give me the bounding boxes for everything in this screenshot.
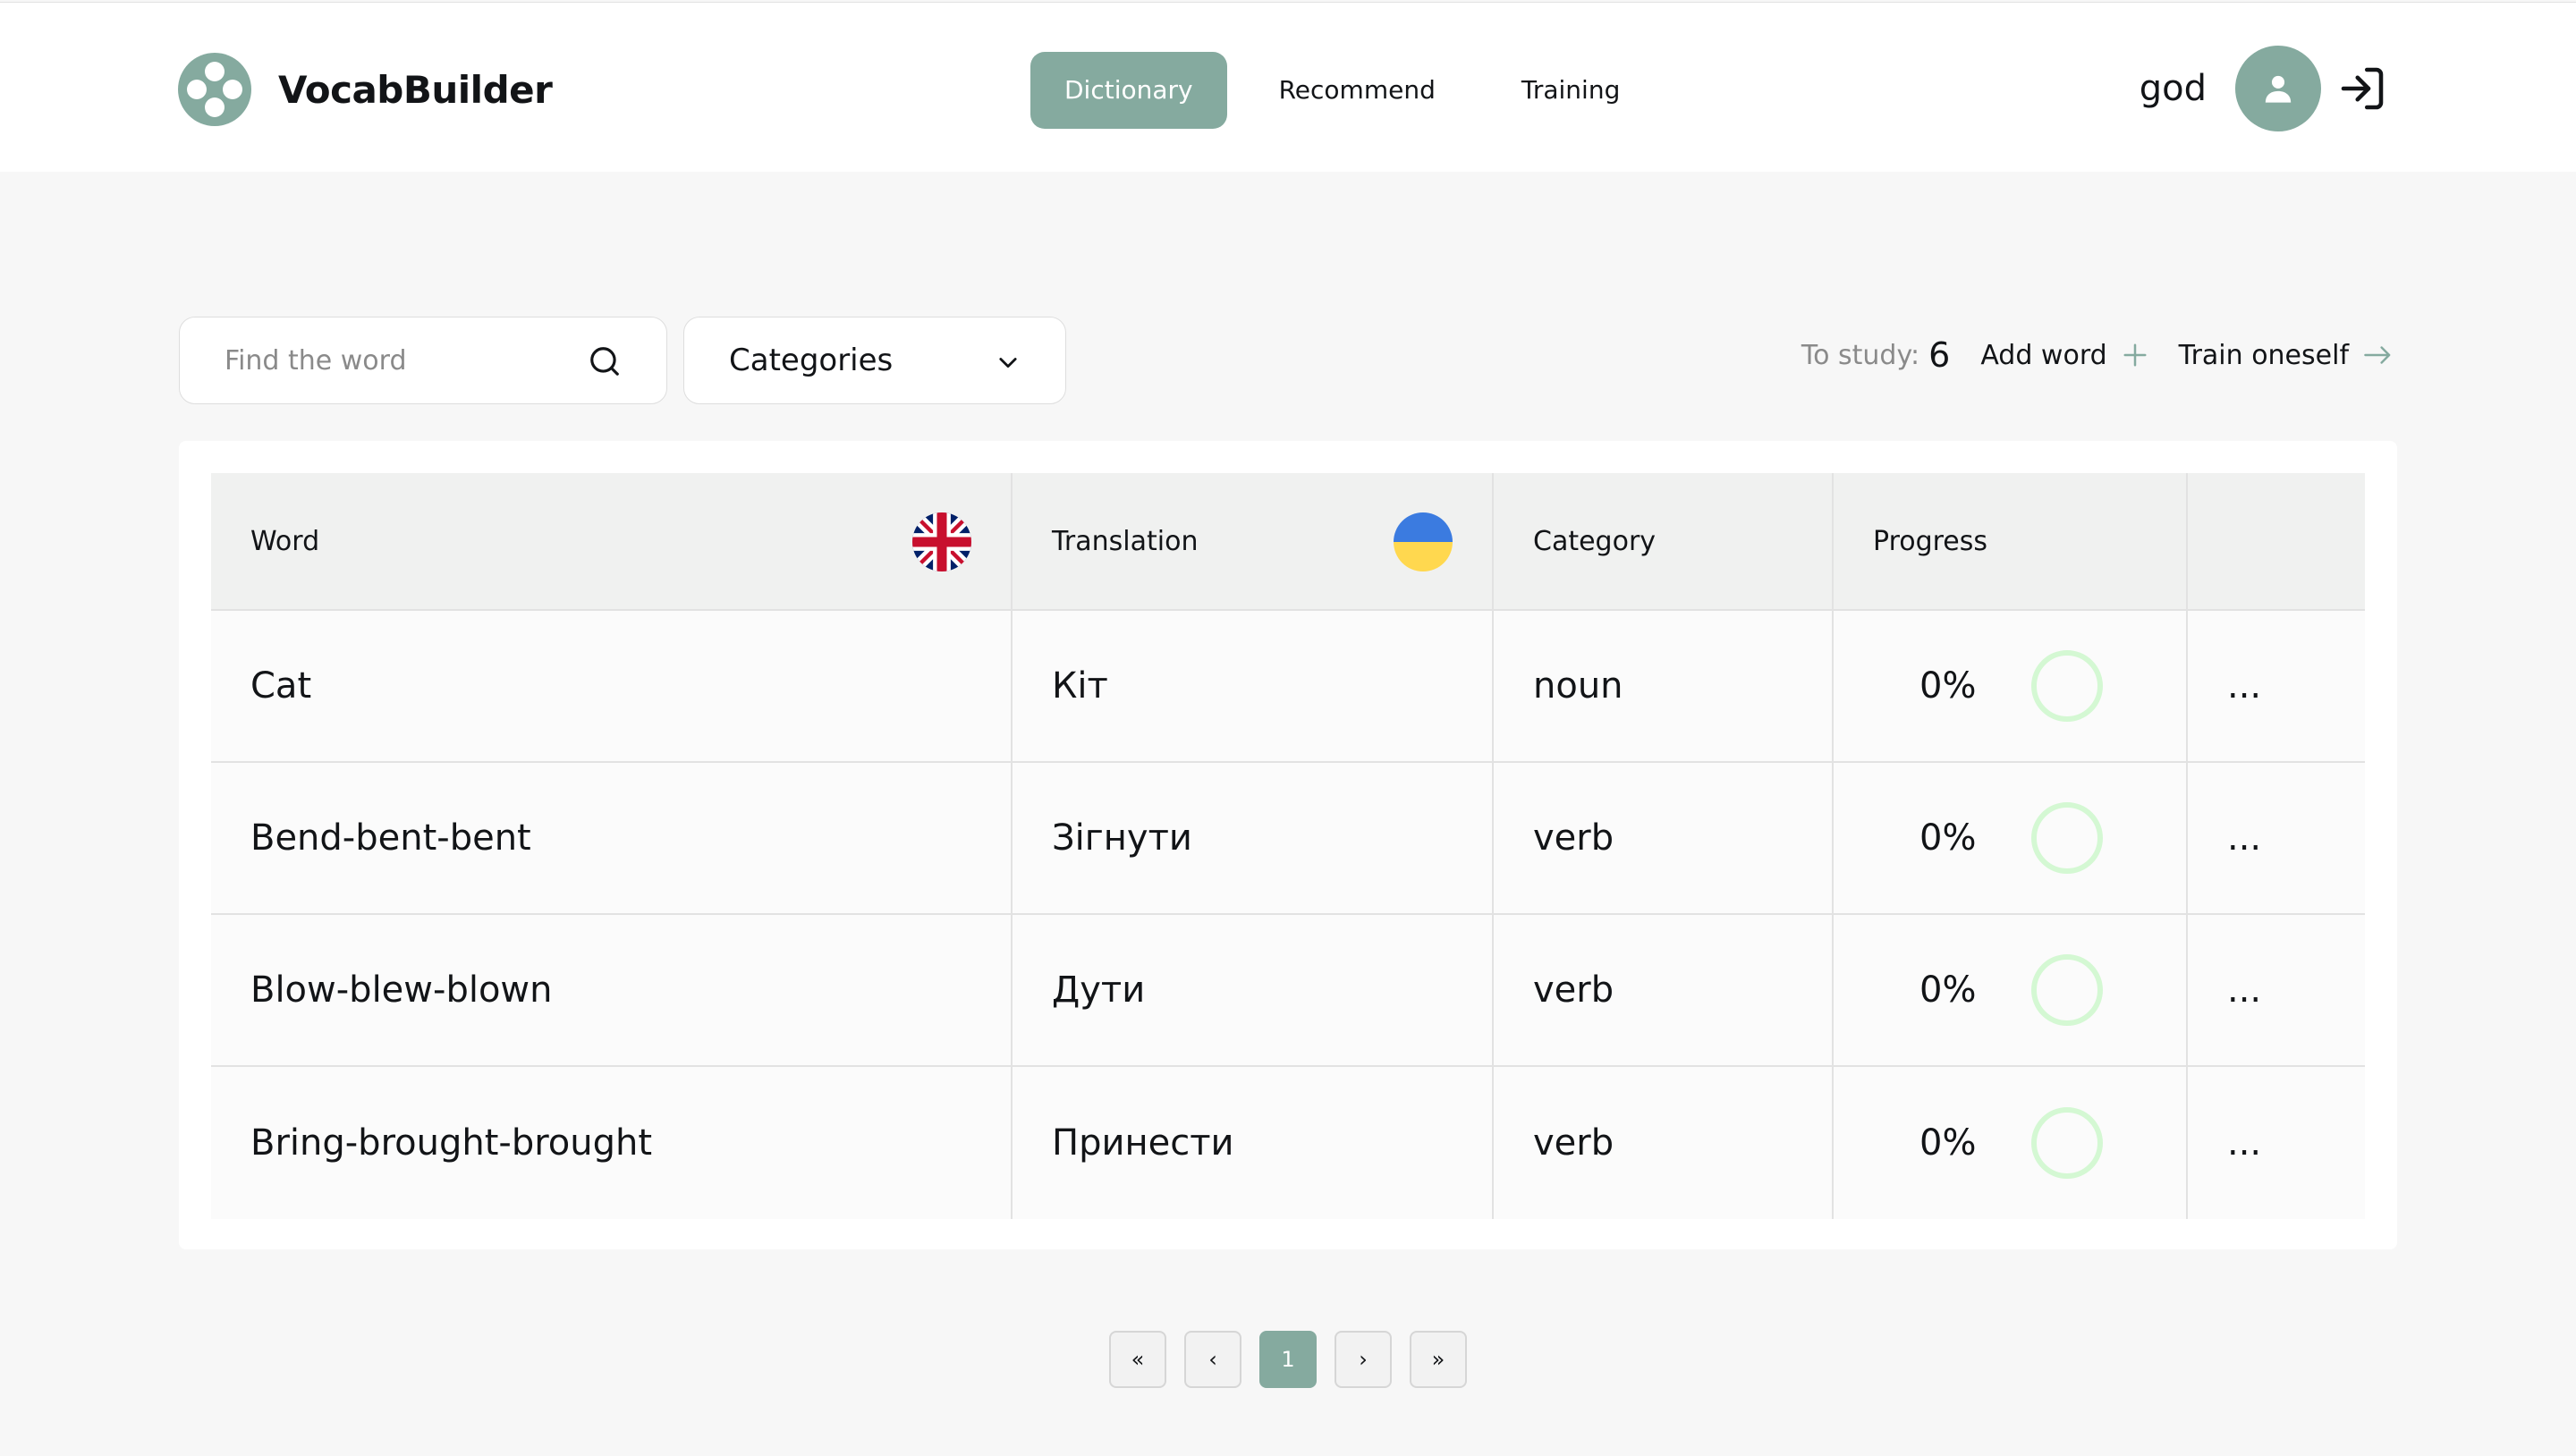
ukraine-flag-icon xyxy=(1394,512,1453,571)
progress-ring xyxy=(2031,802,2104,874)
nav-recommend[interactable]: Recommend xyxy=(1245,52,1470,129)
progress-cell: 0% xyxy=(1834,915,2188,1065)
header-actions xyxy=(2188,473,2365,609)
header-progress: Progress xyxy=(1834,473,2188,609)
next-page-button[interactable]: › xyxy=(1335,1331,1392,1388)
header-translation: Translation xyxy=(1013,473,1494,609)
last-page-button[interactable]: » xyxy=(1410,1331,1467,1388)
user-icon xyxy=(2265,75,2292,103)
progress-value: 0% xyxy=(1919,665,1977,707)
uk-flag-icon xyxy=(912,512,971,571)
categories-label: Categories xyxy=(729,343,894,378)
word-cell: Cat xyxy=(211,611,1013,761)
search-box xyxy=(179,317,667,404)
train-oneself-button[interactable]: Train oneself xyxy=(2179,340,2394,371)
logout-icon[interactable] xyxy=(2337,63,2387,114)
chevron-down-icon xyxy=(999,358,1017,368)
progress-ring xyxy=(2031,1107,2104,1179)
search-icon[interactable] xyxy=(588,344,622,378)
first-page-button[interactable]: « xyxy=(1109,1331,1166,1388)
progress-cell: 0% xyxy=(1834,763,2188,913)
dictionary-card: Word Translation Category Progress Cat К… xyxy=(179,441,2397,1249)
logo-icon xyxy=(178,53,251,126)
dictionary-table: Word Translation Category Progress Cat К… xyxy=(211,473,2365,1219)
categories-select[interactable]: Categories xyxy=(683,317,1066,404)
progress-cell: 0% xyxy=(1834,611,2188,761)
translation-cell: Дути xyxy=(1013,915,1494,1065)
add-word-button[interactable]: Add word xyxy=(1980,340,2148,371)
plus-icon xyxy=(2123,343,2147,367)
row-actions-button[interactable]: ... xyxy=(2188,611,2365,761)
nav-training[interactable]: Training xyxy=(1487,52,1654,129)
header-word: Word xyxy=(211,473,1013,609)
user-name: god xyxy=(2139,68,2207,109)
add-word-label: Add word xyxy=(1980,339,2107,371)
category-cell: verb xyxy=(1494,915,1834,1065)
pagination: « ‹ 1 › » xyxy=(1109,1331,1485,1388)
current-page-button[interactable]: 1 xyxy=(1259,1331,1317,1388)
to-study-label: To study: xyxy=(1801,339,1920,371)
translation-cell: Зігнути xyxy=(1013,763,1494,913)
category-cell: noun xyxy=(1494,611,1834,761)
to-study-count: 6 xyxy=(1928,335,1951,375)
progress-value: 0% xyxy=(1919,817,1977,859)
progress-value: 0% xyxy=(1919,1122,1977,1164)
toolbar-actions: To study: 6 Add word Train oneself xyxy=(1801,335,2394,375)
table-row: Bend-bent-bent Зігнути verb 0% ... xyxy=(211,763,2365,915)
progress-ring xyxy=(2031,650,2104,722)
table-row: Cat Кіт noun 0% ... xyxy=(211,611,2365,763)
search-input[interactable] xyxy=(180,317,591,403)
app-logo[interactable]: VocabBuilder xyxy=(178,53,553,126)
header-word-label: Word xyxy=(250,525,320,557)
row-actions-button[interactable]: ... xyxy=(2188,763,2365,913)
table-row: Blow-blew-blown Дути verb 0% ... xyxy=(211,915,2365,1067)
progress-ring xyxy=(2031,954,2104,1026)
table-row: Bring-brought-brought Принести verb 0% .… xyxy=(211,1067,2365,1219)
word-cell: Blow-blew-blown xyxy=(211,915,1013,1065)
row-actions-button[interactable]: ... xyxy=(2188,1067,2365,1219)
row-actions-button[interactable]: ... xyxy=(2188,915,2365,1065)
arrow-right-icon xyxy=(2364,346,2391,364)
app-name: VocabBuilder xyxy=(278,67,553,112)
nav-dictionary[interactable]: Dictionary xyxy=(1030,52,1227,129)
table-header: Word Translation Category Progress xyxy=(211,473,2365,611)
progress-value: 0% xyxy=(1919,969,1977,1011)
header-category: Category xyxy=(1494,473,1834,609)
user-bar: god xyxy=(2140,46,2387,131)
translation-cell: Принести xyxy=(1013,1067,1494,1219)
category-cell: verb xyxy=(1494,763,1834,913)
prev-page-button[interactable]: ‹ xyxy=(1184,1331,1241,1388)
train-oneself-label: Train oneself xyxy=(2178,339,2349,371)
word-cell: Bend-bent-bent xyxy=(211,763,1013,913)
main-nav: Dictionary Recommend Training xyxy=(1030,52,1672,129)
category-cell: verb xyxy=(1494,1067,1834,1219)
word-cell: Bring-brought-brought xyxy=(211,1067,1013,1219)
header-translation-label: Translation xyxy=(1052,525,1199,557)
progress-cell: 0% xyxy=(1834,1067,2188,1219)
top-header: VocabBuilder Dictionary Recommend Traini… xyxy=(0,2,2576,172)
avatar[interactable] xyxy=(2235,46,2321,131)
translation-cell: Кіт xyxy=(1013,611,1494,761)
